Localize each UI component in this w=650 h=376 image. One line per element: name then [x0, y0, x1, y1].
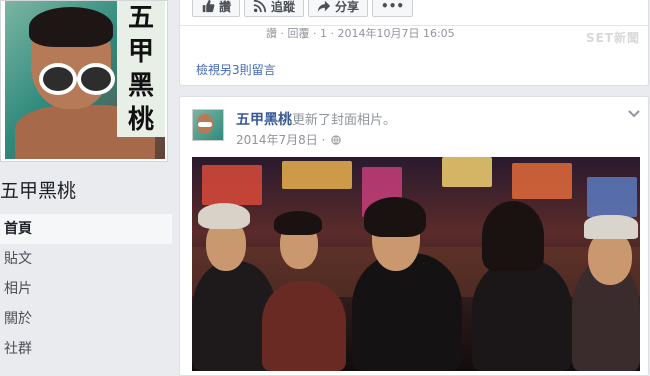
neon-sign: [587, 177, 637, 217]
nav-item-community[interactable]: 社群: [0, 334, 172, 364]
previous-post-card: 讚 追蹤 分享 ••• 讚 · 回覆 · 1 · 2014年10月7日 16:0…: [179, 0, 649, 86]
post-author-link[interactable]: 五甲黑桃: [236, 112, 292, 128]
profile-picture[interactable]: 五甲 黑桃: [0, 0, 168, 162]
band-member-3: [352, 253, 462, 371]
left-sidebar: 五甲 黑桃 五甲黑桃 首頁 貼文 相片 關於 社群: [0, 0, 178, 366]
spiky-hair: [198, 203, 250, 229]
neon-sign: [442, 157, 492, 187]
long-hair: [482, 201, 544, 271]
like-button[interactable]: 讚: [192, 0, 241, 17]
globe-icon: [331, 134, 342, 145]
page-nav: 首頁 貼文 相片 關於 社群: [0, 214, 172, 364]
page-name[interactable]: 五甲黑桃: [0, 176, 76, 203]
nav-item-home[interactable]: 首頁: [0, 214, 172, 244]
post-action-text: 更新了封面相片。: [292, 113, 397, 128]
news-watermark: SET新聞: [585, 31, 640, 45]
share-button[interactable]: 分享: [308, 0, 369, 17]
cover-photo[interactable]: [192, 157, 640, 371]
nav-item-posts[interactable]: 貼文: [0, 244, 172, 274]
like-label: 讚: [219, 0, 232, 14]
neon-sign: [282, 161, 352, 189]
post-header: 五甲黑桃更新了封面相片。: [236, 109, 396, 129]
thumbs-up-icon: [202, 0, 215, 13]
cap: [584, 215, 638, 239]
nav-item-photos[interactable]: 相片: [0, 274, 172, 304]
profile-logo-text: 五甲 黑桃: [117, 1, 165, 137]
comment-meta: 讚 · 回覆 · 1 · 2014年10月7日 16:05: [266, 27, 455, 40]
view-more-comments-link[interactable]: 檢視另3則留言: [196, 61, 276, 78]
chevron-down-icon[interactable]: [628, 109, 640, 119]
follow-label: 追蹤: [271, 0, 296, 14]
post-actions: 讚 追蹤 分享 •••: [192, 0, 414, 19]
share-arrow-icon: [317, 0, 331, 13]
photo-sunglasses-left: [39, 63, 77, 95]
band-member-2: [262, 281, 346, 371]
hair: [274, 211, 322, 235]
nav-item-about[interactable]: 關於: [0, 304, 172, 334]
post-date-text[interactable]: 2014年7月8日 ·: [236, 131, 325, 148]
photo-hair: [29, 7, 113, 47]
author-avatar[interactable]: [192, 109, 224, 141]
follow-button[interactable]: 追蹤: [244, 0, 305, 17]
photo-sunglasses-right: [77, 63, 115, 95]
band-member-4: [472, 259, 572, 371]
rss-icon: [253, 0, 267, 13]
more-options-button[interactable]: •••: [372, 0, 414, 17]
neon-sign: [202, 165, 262, 205]
profile-photo: 五甲 黑桃: [5, 1, 165, 159]
share-label: 分享: [335, 0, 360, 14]
hair: [364, 197, 426, 237]
avatar-glasses: [198, 122, 212, 127]
more-options-label: •••: [381, 0, 405, 13]
neon-sign: [512, 163, 572, 199]
cover-update-post: 五甲黑桃更新了封面相片。 2014年7月8日 ·: [179, 96, 649, 376]
face: [588, 231, 632, 285]
post-timestamp: 2014年7月8日 ·: [236, 131, 342, 148]
